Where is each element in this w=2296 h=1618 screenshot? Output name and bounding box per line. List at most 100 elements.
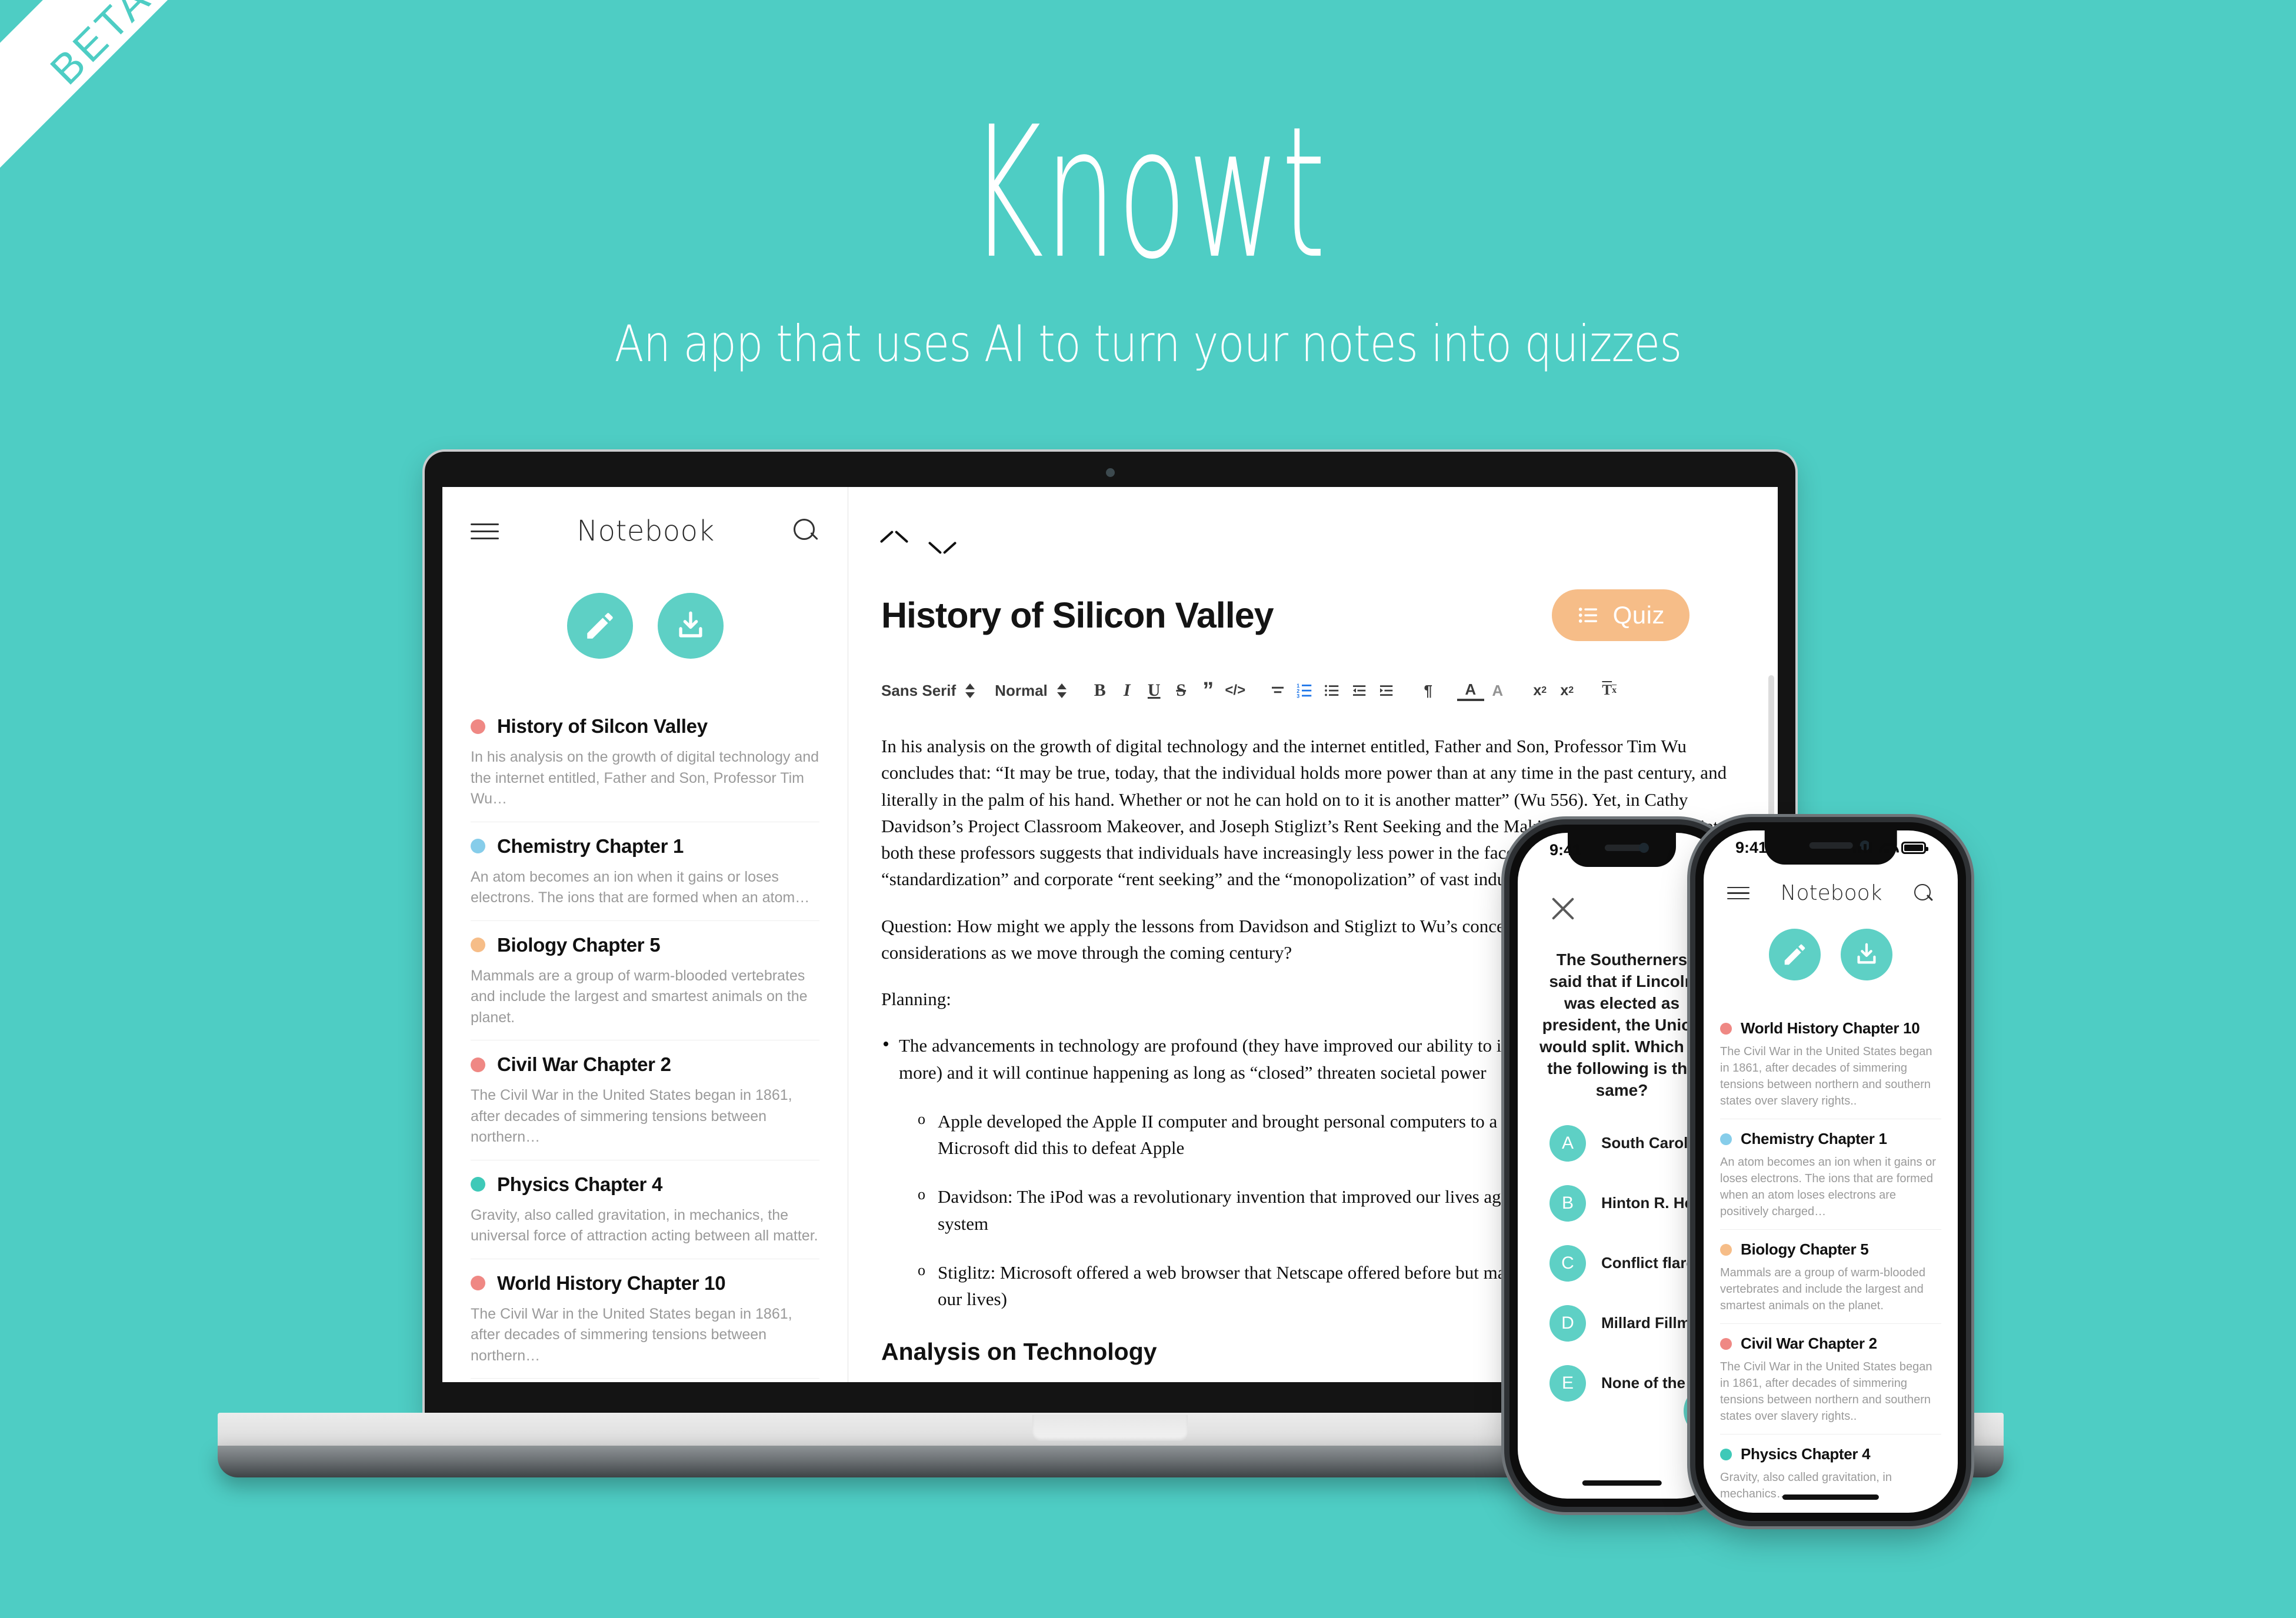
note-title: Physics Chapter 4 [497,1173,663,1195]
strikethrough-button[interactable]: S [1168,677,1195,704]
note-title: Physics Chapter 4 [1741,1445,1871,1463]
note-title: World History Chapter 10 [497,1272,726,1294]
hamburger-icon[interactable] [1727,886,1750,900]
underline-button[interactable]: U [1141,677,1168,704]
note-head: World History Chapter 10 [1720,1019,1941,1037]
note-color-dot [471,938,485,952]
note-color-dot [471,1276,485,1290]
text-style-select[interactable]: Normal [995,682,1067,700]
quiz-button[interactable]: Quiz [1551,589,1689,641]
search-icon[interactable] [1913,883,1934,904]
note-title: World History Chapter 10 [1741,1019,1920,1037]
note-title: History of Silcon Valley [497,715,708,737]
import-note-button[interactable] [1841,929,1892,980]
new-note-button[interactable] [1769,929,1821,980]
note-head: Chemistry Chapter 1 [1720,1130,1941,1148]
note-snippet: An atom becomes an ion when it gains or … [471,868,810,906]
note-color-dot [1720,1133,1732,1145]
quiz-options-list: A South Carolina was the first state to … [1518,1125,1726,1402]
phone-notebook-mockup: 9:41 Notebook World History Chapter 10 T… [1695,822,1966,1521]
beta-ribbon: BETA [0,0,247,247]
code-block-button[interactable]: </> [1222,677,1249,704]
note-snippet: The Civil War in the United States began… [471,1305,792,1364]
note-list-item[interactable]: Chemistry Chapter 1 An atom becomes an i… [471,822,819,921]
laptop-base-notch [1032,1415,1188,1441]
brand-title: Knowt [969,88,1327,299]
note-list-item[interactable]: World History Chapter 10 The Civil War i… [471,1259,819,1379]
ordered-list-button[interactable]: 1 2 3 [1291,677,1318,704]
status-time: 9:41 [1735,838,1768,856]
quiz-question: The Southerners said that if Lincoln was… [1539,950,1704,1099]
font-family-select[interactable]: Sans Serif [881,682,975,700]
note-head: World History Chapter 10 [471,1272,819,1295]
note-title: Biology Chapter 5 [1741,1240,1869,1258]
wifi-icon [1879,842,1894,853]
outdent-button[interactable] [1345,677,1372,704]
quiz-button-label: Quiz [1612,601,1665,629]
close-icon[interactable] [1548,894,1578,923]
text-style-value: Normal [995,681,1048,699]
superscript-button[interactable]: x2 [1554,677,1581,704]
note-head: Civil War Chapter 2 [1720,1335,1941,1353]
sidebar-title: Notebook [577,515,715,548]
note-title: Chemistry Chapter 1 [1741,1130,1887,1147]
subscript-button[interactable]: x2 [1527,677,1554,704]
note-color-dot [471,1177,485,1192]
phone-status-bar: 9:41 [1704,830,1958,865]
phone-note-list: World History Chapter 10 The Civil War i… [1720,1009,1941,1512]
hamburger-icon[interactable] [471,523,499,539]
list-icon [1578,608,1597,623]
search-icon[interactable] [792,518,819,545]
quiz-option-letter: E [1549,1365,1586,1402]
chevron-up-icon[interactable] [881,538,907,553]
note-list-item[interactable]: Civil War Chapter 2 The Civil War in the… [471,1040,819,1160]
note-list-item[interactable]: World History Chapter 10 The Civil War i… [1720,1009,1941,1119]
note-snippet: The Civil War in the United States began… [1720,1045,1932,1107]
align-button[interactable] [1264,677,1291,704]
text-direction-button[interactable]: ¶ [1415,677,1442,704]
font-family-value: Sans Serif [881,681,957,699]
doc-title-row: History of Silicon Valley Quiz [881,589,1778,641]
page-title: History of Silicon Valley [881,595,1274,635]
bold-button[interactable]: B [1087,677,1114,704]
highlight-color-button[interactable]: A [1484,677,1511,704]
phone-quiz-screen: 9:41 The Southerners said that if Lincol… [1518,833,1726,1499]
indent-button[interactable] [1372,677,1399,704]
note-list-item[interactable]: Biology Chapter 5 Mammals are a group of… [471,921,819,1040]
notebook-sidebar: Notebook History of Silcon Valley In his… [442,487,848,1382]
note-list-item[interactable]: Civil War Chapter 2 The Civil War in the… [1720,1324,1941,1434]
note-color-dot [1720,1448,1732,1460]
note-color-dot [1720,1337,1732,1350]
download-icon [678,611,702,638]
phone-notebook-screen: 9:41 Notebook World History Chapter 10 T… [1704,830,1958,1513]
clear-format-button[interactable]: Tx [1596,677,1623,704]
phone-notebook-title: Notebook [1780,881,1882,905]
new-note-button[interactable] [566,593,633,659]
note-list-item[interactable]: Biology Chapter 5 Mammals are a group of… [1720,1230,1941,1324]
italic-button[interactable]: I [1114,677,1141,704]
note-list-item[interactable]: Physics Chapter 4 Gravity, also called g… [471,1160,819,1259]
hero-section: Knowt An app that uses AI to turn your n… [0,0,2296,373]
quiz-option-letter: B [1549,1185,1586,1222]
chevron-down-icon[interactable] [929,538,955,553]
blockquote-button[interactable]: ” [1195,677,1222,704]
note-title: Civil War Chapter 2 [1741,1335,1877,1352]
note-list-item[interactable]: Chemistry Chapter 8 An atom becomes an i… [471,1379,819,1382]
note-list-item[interactable]: History of Silcon Valley In his analysis… [471,702,819,822]
editor-nav [881,487,1778,553]
home-indicator [1782,1494,1880,1500]
text-color-button[interactable]: A [1457,680,1484,701]
phone-status-bar: 9:41 [1518,833,1726,867]
tagline: An app that uses AI to turn your notes i… [614,315,1682,373]
note-list-item[interactable]: Chemistry Chapter 1 An atom becomes an i… [1720,1119,1941,1230]
bullet-list-button[interactable] [1318,677,1345,704]
home-indicator [1582,1480,1662,1486]
note-head: Physics Chapter 4 [471,1173,819,1196]
note-color-dot [471,839,485,853]
note-head: History of Silcon Valley [471,715,819,738]
import-note-button[interactable] [657,593,724,659]
status-time: 9:41 [1549,840,1582,859]
note-list-item[interactable]: Physics Chapter 4 Gravity, also called g… [1720,1434,1941,1512]
note-title: Biology Chapter 5 [497,933,661,956]
note-color-dot [1720,1243,1732,1256]
